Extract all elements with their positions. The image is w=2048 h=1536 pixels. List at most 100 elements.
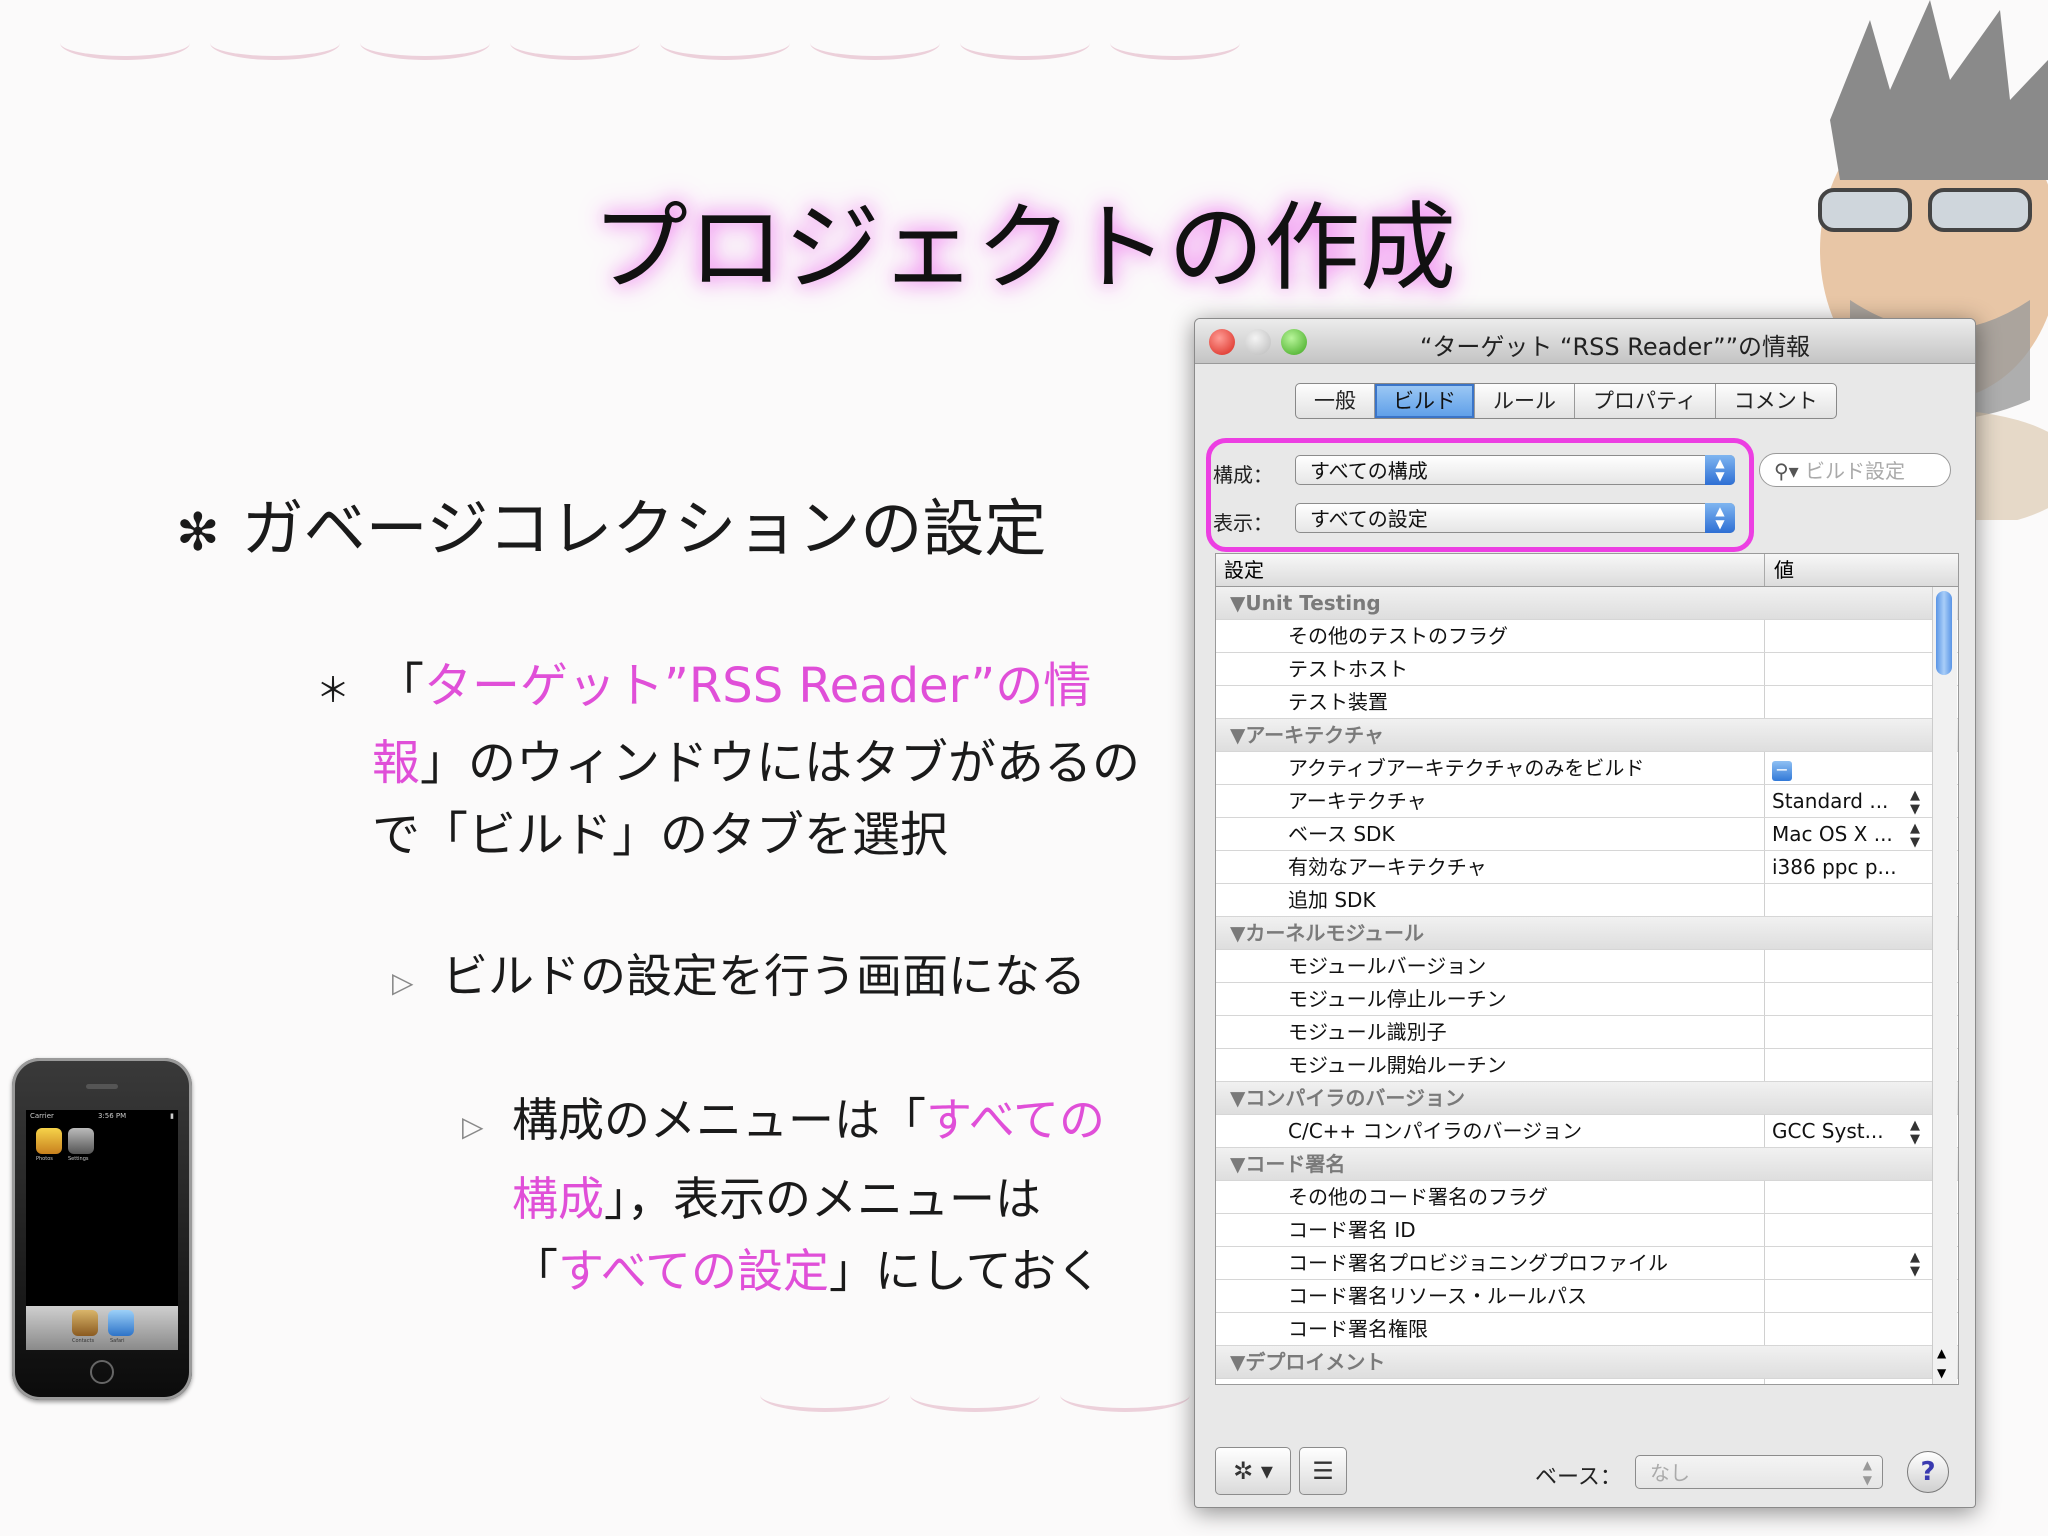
table-row[interactable]: C/C++ コンパイラのバージョン GCC Syst... ▲ ▼ xyxy=(1216,1115,1958,1148)
bottom-decoration xyxy=(910,1378,1040,1412)
popup-arrows-icon[interactable]: ▲▼ xyxy=(1910,789,1920,817)
setting-name: アーキテクチャ xyxy=(1288,789,1427,813)
setting-name: コード署名 ID xyxy=(1288,1218,1416,1242)
top-decoration xyxy=(210,26,340,60)
dock-label: Contacts xyxy=(72,1338,95,1344)
table-row[interactable]: コード署名プロビジョニングプロファイル ▲ ▼ xyxy=(1216,1247,1958,1280)
bullet-text: 構成のメニューは「 xyxy=(512,1093,926,1147)
table-row[interactable]: アクティブアーキテクチャのみをビルド − xyxy=(1216,752,1958,785)
setting-name: コード署名権限 xyxy=(1288,1317,1428,1341)
setting-checkbox[interactable]: − xyxy=(1772,752,1922,784)
tab-comments[interactable]: コメント xyxy=(1716,384,1836,418)
top-decoration xyxy=(660,26,790,60)
table-section-row[interactable]: ▼アーキテクチャ xyxy=(1216,719,1958,752)
checkbox-mixed-icon[interactable]: − xyxy=(1772,761,1792,781)
table-row[interactable]: 追加 SDK xyxy=(1216,884,1958,917)
tab-rules[interactable]: ルール xyxy=(1475,384,1575,418)
table-row[interactable]: モジュール識別子 xyxy=(1216,1016,1958,1049)
table-row[interactable]: モジュールバージョン xyxy=(1216,950,1958,983)
search-input[interactable]: ⚲▾ ビルド設定 xyxy=(1759,453,1951,487)
top-decoration xyxy=(810,26,940,60)
table-section-row[interactable]: ▼コンパイラのバージョン xyxy=(1216,1082,1958,1115)
table-section-row[interactable]: ▼コード署名 xyxy=(1216,1148,1958,1181)
setting-name: コード署名プロビジョニングプロファイル xyxy=(1288,1251,1668,1275)
table-section-row[interactable]: ▼デプロイメント xyxy=(1216,1346,1958,1379)
table-section-row[interactable]: ▼カーネルモジュール xyxy=(1216,917,1958,950)
app-label: Photos xyxy=(36,1156,53,1162)
close-icon[interactable] xyxy=(1209,329,1235,355)
setting-value[interactable]: i386 ppc p... xyxy=(1772,851,1922,883)
section-label: ▼コード署名 xyxy=(1230,1152,1346,1176)
setting-name: コード署名リソース・ルールパス xyxy=(1288,1284,1587,1308)
highlight-annotation xyxy=(1206,438,1754,552)
gear-menu-button[interactable]: ✲ ▾ xyxy=(1215,1447,1291,1495)
minimize-icon[interactable] xyxy=(1245,329,1271,355)
help-icon[interactable]: ? xyxy=(1907,1451,1949,1493)
bullet-marker: ▷ xyxy=(462,1110,484,1143)
table-row[interactable]: コード署名リソース・ルールパス xyxy=(1216,1280,1958,1313)
setting-value[interactable]: GCC Syst... xyxy=(1772,1115,1922,1147)
setting-value[interactable]: Standard ... xyxy=(1772,785,1922,817)
bullet-marker: ▷ xyxy=(392,966,414,999)
table-row[interactable]: その他のコード署名のフラグ xyxy=(1216,1181,1958,1214)
bullet-text-highlight: すべての設定 xyxy=(558,1244,829,1298)
tab-general[interactable]: 一般 xyxy=(1296,384,1375,418)
scrollbar-thumb[interactable] xyxy=(1936,591,1952,675)
table-row[interactable]: Mac OS X デプロイメントターゲット Mac OS X ...▲▼ xyxy=(1216,1379,1958,1385)
table-row[interactable]: アーキテクチャ Standard ... ▲ ▼ xyxy=(1216,785,1958,818)
list-button[interactable]: ☰ xyxy=(1299,1447,1347,1495)
home-button xyxy=(90,1360,114,1384)
top-decoration xyxy=(510,26,640,60)
table-section-row[interactable]: ▼Unit Testing xyxy=(1216,587,1958,620)
zoom-icon[interactable] xyxy=(1281,329,1307,355)
table-row[interactable]: モジュール開始ルーチン xyxy=(1216,1049,1958,1082)
table-header: 設定 値 xyxy=(1216,554,1958,587)
table-row[interactable]: テストホスト xyxy=(1216,653,1958,686)
setting-name: モジュール識別子 xyxy=(1288,1020,1447,1044)
table-row[interactable]: ベース SDK Mac OS X ... ▲ ▼ xyxy=(1216,818,1958,851)
bullet-gc-settings: ✻ ガベージコレクションの設定 xyxy=(176,478,1046,568)
table-row[interactable]: コード署名 ID xyxy=(1216,1214,1958,1247)
scroll-up-icon[interactable]: ▲ xyxy=(1937,1346,1946,1360)
table-row[interactable]: コード署名権限 xyxy=(1216,1313,1958,1346)
table-row[interactable]: テスト装置 xyxy=(1216,686,1958,719)
setting-name: モジュールバージョン xyxy=(1288,954,1487,978)
gear-icon: ✲ ▾ xyxy=(1233,1457,1273,1485)
popup-arrows-icon[interactable]: ▲▼ xyxy=(1910,1251,1920,1279)
tab-build[interactable]: ビルド xyxy=(1375,384,1475,418)
bullet-text: ビルドの設定を行う画面になる xyxy=(442,949,1086,1003)
popup-arrows-icon[interactable]: ▲▼ xyxy=(1910,1119,1920,1147)
base-popup[interactable]: なし ▲ ▼ xyxy=(1635,1455,1883,1489)
carrier-label: Carrier xyxy=(30,1112,54,1120)
column-header-value[interactable]: 値 xyxy=(1774,554,1794,586)
bullet-marker: ＊ xyxy=(316,671,350,711)
setting-name: Mac OS X デプロイメントターゲット xyxy=(1288,1379,1630,1384)
setting-name: 有効なアーキテクチャ xyxy=(1288,855,1487,879)
popup-arrows-icon[interactable]: ▲▼ xyxy=(1910,822,1920,850)
list-icon: ☰ xyxy=(1312,1457,1334,1485)
table-row[interactable]: その他のテストのフラグ xyxy=(1216,620,1958,653)
table-row[interactable]: 有効なアーキテクチャ i386 ppc p... xyxy=(1216,851,1958,884)
photos-app-icon xyxy=(36,1128,62,1154)
column-header-setting[interactable]: 設定 xyxy=(1224,554,1264,586)
window-titlebar[interactable]: “ターゲット “RSS Reader””の情報 xyxy=(1195,319,1975,364)
tab-properties[interactable]: プロパティ xyxy=(1575,384,1716,418)
top-decoration xyxy=(1110,26,1240,60)
iphone-speaker xyxy=(86,1084,118,1089)
bullet-marker: ✻ xyxy=(176,503,220,563)
setting-name: ベース SDK xyxy=(1288,822,1395,846)
scrollbar[interactable]: ▲ ▼ xyxy=(1932,587,1957,1384)
base-value: なし xyxy=(1650,1461,1690,1485)
setting-value[interactable]: Mac OS X ... xyxy=(1772,1379,1922,1384)
bullet-text: 」にしておく xyxy=(828,1244,1103,1298)
build-settings-table: 設定 値 ▼Unit Testing その他のテストのフラグ テストホスト テスト装置… xyxy=(1215,553,1959,1385)
popup-arrows-icon[interactable]: ▲▼ xyxy=(1910,1383,1920,1385)
setting-value[interactable]: Mac OS X ... xyxy=(1772,818,1922,850)
settings-app-icon xyxy=(68,1128,94,1154)
table-row[interactable]: モジュール停止ルーチン xyxy=(1216,983,1958,1016)
bullet-text: 」のウィンドウにはタブがあるの xyxy=(420,735,1141,791)
bullet-text: 」，表示のメニューは xyxy=(604,1172,1041,1226)
scroll-down-icon[interactable]: ▼ xyxy=(1937,1366,1946,1380)
setting-name: C/C++ コンパイラのバージョン xyxy=(1288,1119,1583,1143)
section-label: ▼Unit Testing xyxy=(1230,591,1381,615)
